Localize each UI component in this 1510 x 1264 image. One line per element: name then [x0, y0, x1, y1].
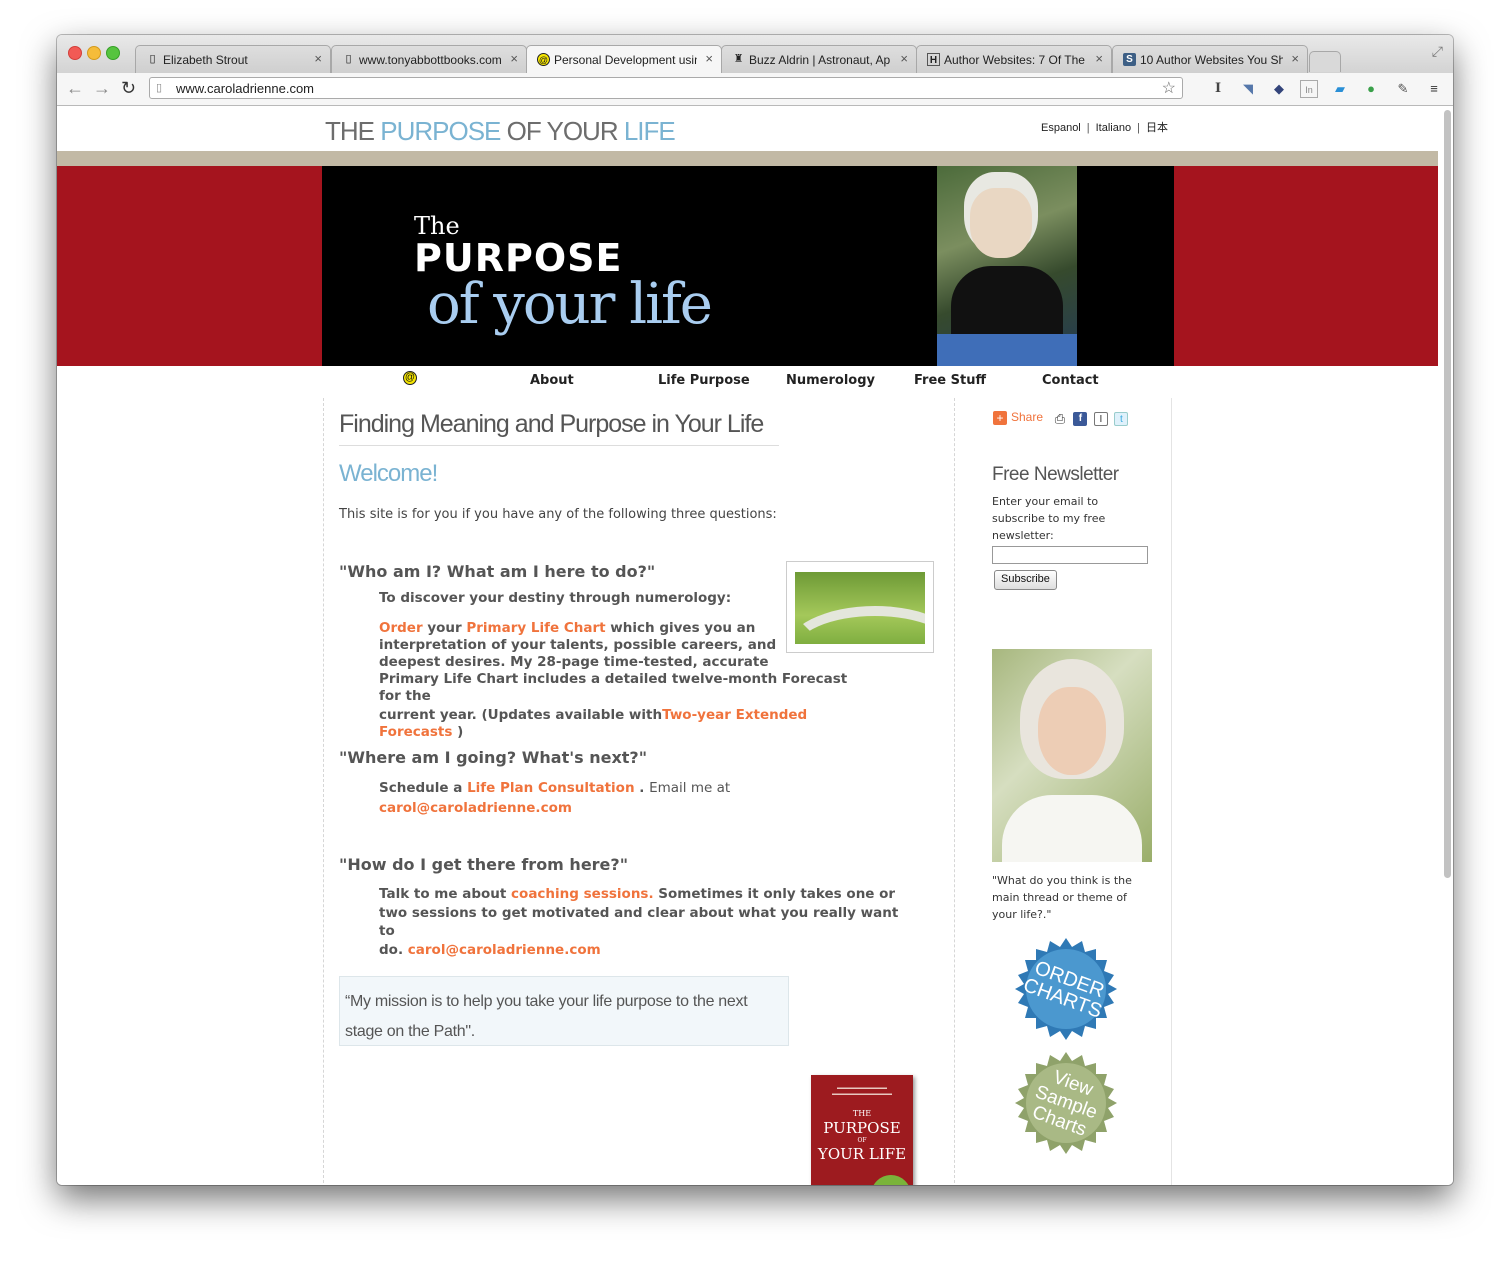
- order-charts-badge[interactable]: ORDER CHARTS: [1013, 936, 1119, 1042]
- question-3: "How do I get there from here?": [339, 855, 629, 874]
- menu-icon[interactable]: ≡: [1425, 80, 1443, 98]
- nav-about[interactable]: About: [530, 373, 574, 388]
- tab-close-icon[interactable]: ×: [705, 51, 713, 66]
- twitter-icon[interactable]: t: [1114, 411, 1129, 426]
- language-links: Espanol | Italiano | 日本: [1041, 122, 1168, 134]
- tab-close-icon[interactable]: ×: [1095, 51, 1103, 66]
- order-link[interactable]: Order: [379, 620, 423, 636]
- tab-close-icon[interactable]: ×: [314, 51, 322, 66]
- evernote-icon[interactable]: ●: [1362, 80, 1380, 98]
- plus-icon: +: [993, 410, 1007, 425]
- window-minimize-button[interactable]: [87, 46, 101, 60]
- bookmark-star-icon[interactable]: ☆: [1162, 78, 1176, 98]
- home-spiral-icon[interactable]: @: [403, 371, 417, 385]
- rss-icon[interactable]: ◥: [1239, 80, 1257, 98]
- browser-window: ▯ Elizabeth Strout × ▯ www.tonyabbottboo…: [57, 35, 1453, 1185]
- address-bar[interactable]: ▯ www.caroladrienne.com ☆: [149, 77, 1183, 99]
- banner: The PURPOSE of your life: [322, 166, 1174, 366]
- life-plan-consultation-link[interactable]: Life Plan Consultation: [467, 780, 635, 796]
- q1-body: Order your Primary Life Chart which give…: [379, 620, 848, 740]
- tab-close-icon[interactable]: ×: [510, 51, 518, 66]
- new-tab-button[interactable]: [1309, 51, 1341, 72]
- q3-body: Talk to me about coaching sessions. Some…: [379, 886, 899, 958]
- extension-icon[interactable]: ◆: [1270, 80, 1288, 98]
- browser-tab[interactable]: H Author Websites: 7 Of The ×: [916, 45, 1112, 73]
- email-link[interactable]: carol@caroladrienne.com: [408, 942, 601, 958]
- mission-quote: “My mission is to help you take your lif…: [339, 976, 789, 1046]
- print-icon[interactable]: ⎙: [1053, 411, 1067, 426]
- page-title: Finding Meaning and Purpose in Your Life: [339, 410, 779, 446]
- page-viewport: THE PURPOSE OF YOUR LIFE Espanol | Italian…: [57, 106, 1453, 1185]
- tab-strip: ▯ Elizabeth Strout × ▯ www.tonyabbottboo…: [57, 35, 1453, 74]
- nav-free-stuff[interactable]: Free Stuff: [914, 373, 986, 388]
- nav-numerology[interactable]: Numerology: [786, 373, 875, 388]
- coaching-sessions-link[interactable]: coaching sessions.: [511, 886, 654, 902]
- reload-icon[interactable]: ↻: [121, 78, 136, 99]
- author-photo: [937, 166, 1077, 366]
- share-icons: ⎙ f I t: [1053, 410, 1130, 428]
- book-cover[interactable]: ▬▬▬▬▬▬▬▬▬▬ ▬▬▬▬▬▬▬▬▬▬▬▬ THE PURPOSE OF YO…: [811, 1075, 913, 1185]
- spiral-icon: @: [537, 53, 550, 66]
- nav-life-purpose[interactable]: Life Purpose: [658, 373, 750, 388]
- question-1: "Who am I? What am I here to do?": [339, 562, 656, 581]
- window-zoom-button[interactable]: [106, 46, 120, 60]
- instapaper-icon[interactable]: I: [1093, 411, 1108, 426]
- email-link[interactable]: carol@caroladrienne.com: [379, 800, 572, 816]
- browser-tab[interactable]: ♜ Buzz Aldrin | Astronaut, Ap ×: [721, 45, 917, 73]
- share-button[interactable]: + Share: [993, 410, 1043, 425]
- sidebar-quote: "What do you think is the main thread or…: [992, 874, 1132, 921]
- page-icon: ▯: [345, 53, 352, 65]
- newsletter-email-input[interactable]: [992, 546, 1148, 564]
- sidebar: + Share ⎙ f I t Free Newsletter Enter you…: [953, 398, 1172, 1185]
- forward-icon[interactable]: →: [93, 78, 111, 99]
- fullscreen-icon[interactable]: ⤢: [1432, 43, 1443, 60]
- q2-body: Schedule a Life Plan Consultation . Emai…: [379, 780, 731, 816]
- lang-italiano[interactable]: Italiano: [1096, 122, 1131, 134]
- subscribe-button[interactable]: Subscribe: [994, 570, 1057, 590]
- browser-tab[interactable]: S 10 Author Websites You Sh ×: [1112, 45, 1308, 73]
- astronaut-icon: ♜: [733, 53, 744, 65]
- browser-tab-active[interactable]: @ Personal Development using ×: [526, 45, 722, 74]
- lang-espanol[interactable]: Espanol: [1041, 122, 1081, 134]
- window-close-button[interactable]: [68, 46, 82, 60]
- instapaper-icon[interactable]: I: [1209, 80, 1227, 98]
- tab-close-icon[interactable]: ×: [1291, 51, 1299, 66]
- main-content: Finding Meaning and Purpose in Your Life…: [323, 398, 955, 1185]
- page-icon: ▯: [149, 53, 156, 65]
- browser-toolbar: ← → ↻ ▯ www.caroladrienne.com ☆ I ◥ ◆ In…: [57, 73, 1453, 106]
- view-sample-charts-badge[interactable]: View Sample Charts: [1013, 1050, 1119, 1156]
- q1-sub: To discover your destiny through numerol…: [379, 590, 732, 606]
- author-portrait: [992, 649, 1152, 862]
- browser-tab[interactable]: ▯ www.tonyabbottbooks.com ×: [331, 45, 527, 73]
- question-2: "Where am I going? What's next?": [339, 748, 648, 767]
- url-text[interactable]: www.caroladrienne.com: [176, 81, 314, 96]
- lang-japanese[interactable]: 日本: [1146, 122, 1168, 134]
- site-title[interactable]: THE PURPOSE OF YOUR LIFE: [325, 116, 676, 147]
- h-icon: H: [927, 53, 940, 66]
- linkedin-icon[interactable]: In: [1300, 80, 1318, 98]
- intro-text: This site is for you if you have any of …: [339, 507, 777, 522]
- extension-icon[interactable]: ▰: [1331, 80, 1349, 98]
- newsletter-text: Enter your email to subscribe to my free…: [992, 495, 1106, 542]
- wrench-icon[interactable]: ✎: [1394, 80, 1412, 98]
- page-icon: ▯: [156, 82, 163, 94]
- browser-tab[interactable]: ▯ Elizabeth Strout ×: [135, 45, 331, 73]
- facebook-icon[interactable]: f: [1073, 411, 1088, 426]
- back-icon[interactable]: ←: [66, 78, 84, 99]
- scrollbar[interactable]: [1444, 110, 1451, 878]
- primary-life-chart-link[interactable]: Primary Life Chart: [466, 620, 605, 636]
- welcome-heading: Welcome!: [339, 460, 438, 487]
- header-strip: [57, 151, 1438, 166]
- s-icon: S: [1123, 53, 1136, 66]
- nav-contact[interactable]: Contact: [1042, 373, 1099, 388]
- tab-close-icon[interactable]: ×: [900, 51, 908, 66]
- main-nav: @ About Life Purpose Numerology Free Stu…: [322, 368, 1174, 394]
- newsletter-title: Free Newsletter: [992, 464, 1119, 485]
